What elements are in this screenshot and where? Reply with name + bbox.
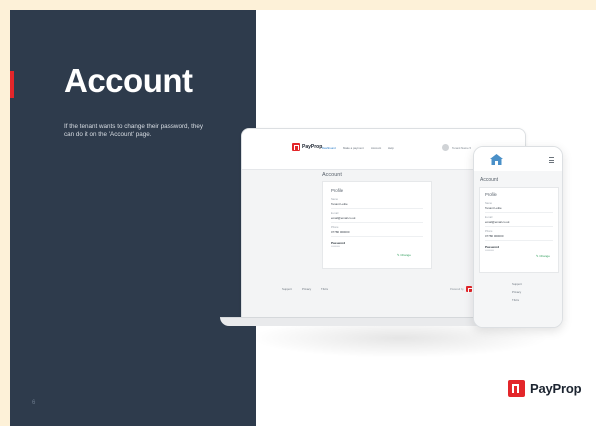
footer-tcs[interactable]: T&Cs	[321, 287, 328, 291]
phone-value: 07780 000000	[331, 229, 350, 234]
name-field: Name Tenant Lettie	[331, 198, 423, 209]
nav-help[interactable]: Help	[388, 146, 394, 150]
phone-password-field: Password ••••••••••	[485, 245, 553, 252]
page-number: 6	[32, 400, 36, 406]
profile-title: Profile	[331, 188, 344, 193]
password-field: Password ••••••••••	[331, 241, 423, 248]
phone-profile-title: Profile	[485, 192, 497, 197]
payprop-logo-icon	[292, 143, 300, 151]
slide-description: If the tenant wants to change their pass…	[64, 123, 203, 138]
name-value: Tenant Lettie	[331, 201, 348, 206]
phone-field: Phone 07780 000000	[331, 226, 423, 237]
nav-dashboard[interactable]: Dashboard	[322, 146, 336, 150]
house-logo-icon[interactable]	[490, 154, 503, 165]
phone-profile-card: Profile Name Tenant Lettie E-mail email@…	[479, 187, 559, 273]
avatar[interactable]	[442, 144, 449, 151]
email-field: E-mail email@email.co.uk	[331, 212, 423, 223]
laptop-profile-card: Profile Name Tenant Lettie E-mail email@…	[322, 181, 432, 269]
nav-make-payment[interactable]: Make a payment	[343, 146, 364, 150]
accent-bar	[10, 71, 14, 98]
left-band	[0, 10, 10, 426]
brand-name: PayProp	[530, 381, 582, 396]
laptop-page-title: Account	[322, 172, 342, 178]
phone-footer-tcs[interactable]: T&Cs	[512, 298, 519, 302]
phone-phone-field: Phone 07780 000000	[485, 230, 553, 241]
user-menu[interactable]: Tenant Name ▾	[452, 146, 471, 150]
laptop-logo[interactable]: PayProp	[292, 143, 322, 151]
footer-support[interactable]: Support	[282, 287, 292, 291]
phone-email-value: email@email.co.uk	[485, 219, 510, 224]
slide-title: Account	[64, 62, 193, 99]
email-value: email@email.co.uk	[331, 215, 356, 220]
payprop-brand-logo: PayProp	[508, 380, 582, 397]
phone-mockup: Account Profile Name Tenant Lettie E-mai…	[473, 146, 563, 328]
payprop-logo-mark-icon	[508, 380, 525, 397]
footer-privacy[interactable]: Privacy	[302, 287, 311, 291]
phone-body: Account Profile Name Tenant Lettie E-mai…	[474, 171, 562, 327]
change-password-button[interactable]: ✎ Change	[397, 253, 411, 257]
top-band	[0, 0, 596, 10]
phone-name-field: Name Tenant Lettie	[485, 202, 553, 213]
hamburger-menu-icon[interactable]	[549, 157, 554, 163]
phone-change-password-button[interactable]: ✎ Change	[536, 254, 550, 258]
phone-footer-support[interactable]: Support	[512, 282, 522, 286]
payprop-small-icon	[465, 286, 473, 293]
laptop-logo-text: PayProp	[302, 144, 323, 150]
phone-footer-privacy[interactable]: Privacy	[512, 290, 521, 294]
phone-header	[474, 147, 562, 172]
powered-by-text: Powered by	[450, 287, 464, 291]
phone-name-value: Tenant Lettie	[485, 205, 502, 210]
phone-phone-value: 07780 000000	[485, 233, 504, 238]
phone-password-value: ••••••••••	[485, 249, 495, 252]
phone-page-title: Account	[480, 177, 499, 183]
password-value: ••••••••••	[331, 245, 341, 248]
phone-email-field: E-mail email@email.co.uk	[485, 216, 553, 227]
nav-account[interactable]: Account	[371, 146, 381, 150]
